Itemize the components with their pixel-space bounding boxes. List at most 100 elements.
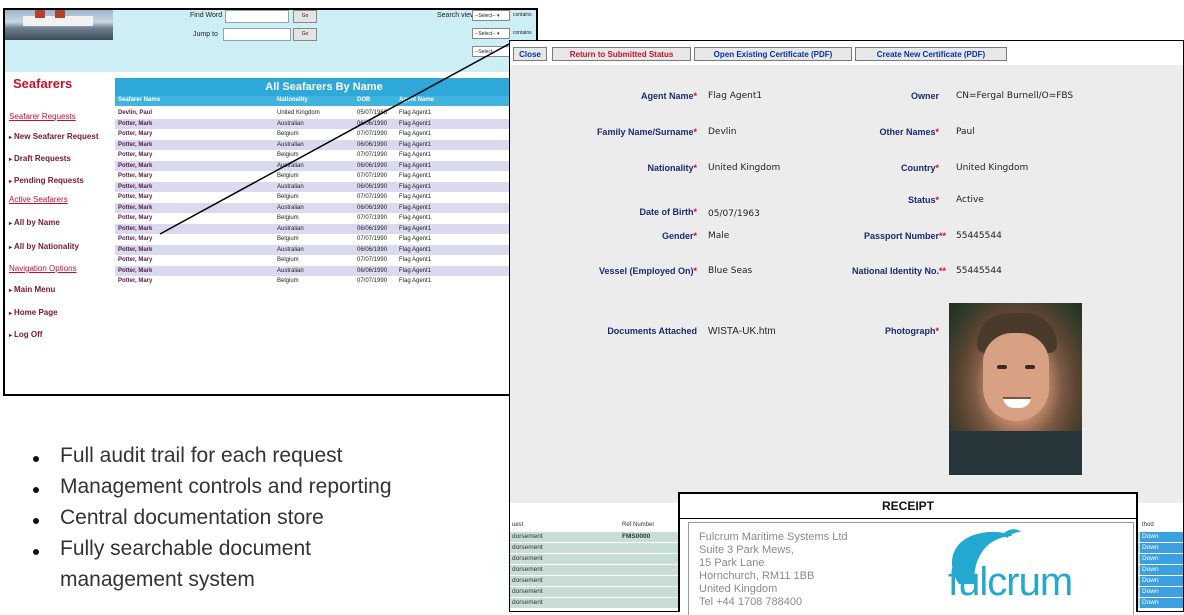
passport-value: 55445544	[956, 231, 1002, 241]
bullet-item-continuation: management system	[60, 568, 255, 591]
cell-seafarer-name[interactable]: Potter, Mark	[118, 266, 152, 277]
cell-seafarer-name[interactable]: Potter, Mark	[118, 161, 152, 172]
table-row[interactable]: Potter, Mary Belgium 07/07/1990 Flag Agent1	[115, 171, 533, 182]
sidebar-item-home-page[interactable]: Home Page	[9, 308, 58, 317]
find-word-input[interactable]	[225, 10, 289, 23]
cell-agent-name: Flag Agent1	[399, 194, 432, 200]
cell-seafarer-name[interactable]: Potter, Mary	[118, 192, 152, 203]
column-header-request: uest	[512, 522, 524, 528]
open-existing-certificate-button[interactable]: Open Existing Certificate (PDF)	[694, 47, 852, 61]
required-mark: *	[693, 163, 697, 173]
cell-seafarer-name[interactable]: Potter, Mary	[118, 234, 152, 245]
column-header-agent[interactable]: Agent Name	[399, 97, 434, 103]
national-id-label: National Identity No.**	[810, 266, 946, 276]
cell-seafarer-name[interactable]: Potter, Mary	[118, 213, 152, 224]
cell-dob: 07/07/1990	[357, 257, 388, 263]
status-value: Active	[956, 195, 984, 205]
nationality-value: United Kingdom	[708, 163, 781, 173]
sidebar-item-draft-requests[interactable]: Draft Requests	[9, 154, 71, 163]
search-view-label: Search view	[437, 12, 476, 19]
photograph-label: Photograph*	[810, 326, 939, 336]
table-row[interactable]: Potter, Mark Australian 06/06/1990 Flag Age…	[115, 160, 533, 172]
required-mark: *	[935, 127, 939, 137]
cell-method: Down	[1140, 565, 1183, 575]
cell-seafarer-name[interactable]: Potter, Mark	[118, 119, 152, 130]
cell-seafarer-name[interactable]: Potter, Mary	[118, 129, 152, 140]
jump-to-label: Jump to	[193, 31, 218, 38]
table-row[interactable]: Potter, Mary Belgium 07/07/1990 Flag Agent1	[115, 150, 533, 161]
cell-method: Down	[1140, 598, 1183, 608]
cell-nationality: Belgium	[277, 131, 299, 137]
column-header-name[interactable]: Seafarer Name	[118, 97, 160, 103]
find-word-go-button[interactable]: Go	[293, 10, 317, 23]
cell-seafarer-name[interactable]: Potter, Mary	[118, 171, 152, 182]
table-row[interactable]: Devlin, Paul United Kingdom 05/07/1963 Flag…	[115, 108, 533, 119]
table-row[interactable]: Potter, Mark Australian 06/06/1990 Flag Age…	[115, 118, 533, 130]
cell-dob: 06/06/1990	[357, 267, 388, 274]
close-button[interactable]: Close	[513, 47, 547, 61]
table-row[interactable]: Potter, Mark Australian 06/06/1990 Flag Age…	[115, 202, 533, 214]
required-mark: *	[693, 231, 697, 241]
sidebar-item-all-by-name[interactable]: All by Name	[9, 218, 60, 227]
cell-agent-name: Flag Agent1	[399, 236, 432, 242]
sidebar-item-new-seafarer-request[interactable]: New Seafarer Request	[9, 132, 98, 141]
cell-dob: 07/07/1990	[357, 278, 388, 284]
table-row[interactable]: Potter, Mark Australian 06/06/1990 Flag Age…	[115, 244, 533, 256]
table-row[interactable]: Potter, Mark Australian 06/06/1990 Flag Age…	[115, 223, 533, 235]
fulcrum-logo-text: fulcrum	[948, 560, 1073, 604]
table-row[interactable]: Potter, Mark Australian 06/06/1990 Flag Age…	[115, 181, 533, 193]
bullet-dot	[33, 549, 39, 555]
table-row[interactable]: Potter, Mark Australian 06/06/1990 Flag Age…	[115, 265, 533, 277]
label-text: Country	[900, 163, 936, 173]
label-text: Vessel (Employed On)	[598, 266, 694, 276]
column-header-nationality[interactable]: Nationality	[277, 97, 308, 103]
sidebar-item-all-by-nationality[interactable]: All by Nationality	[9, 242, 79, 251]
dob-label: Date of Birth*	[540, 207, 697, 217]
cell-seafarer-name[interactable]: Potter, Mark	[118, 140, 152, 151]
seafarer-table-header: Seafarer Name Nationality DOB Agent Name	[115, 96, 533, 106]
table-row[interactable]: Potter, Mark Australian 06/06/1990 Flag Age…	[115, 139, 533, 151]
passport-label: Passport Number**	[810, 231, 946, 241]
bullet-dot	[33, 456, 39, 462]
cell-seafarer-name[interactable]: Potter, Mark	[118, 203, 152, 214]
create-new-certificate-button[interactable]: Create New Certificate (PDF)	[855, 47, 1007, 61]
cell-seafarer-name[interactable]: Potter, Mary	[118, 276, 152, 287]
cell-seafarer-name[interactable]: Potter, Mark	[118, 182, 152, 193]
cell-dob: 06/06/1990	[357, 225, 388, 232]
cell-dob: 06/06/1990	[357, 162, 388, 169]
table-row[interactable]: Potter, Mary Belgium 07/07/1990 Flag Agent1	[115, 255, 533, 266]
jump-to-go-button[interactable]: Go	[293, 28, 317, 41]
search-view-select-1[interactable]: --Select-- ▾	[472, 10, 510, 21]
cell-dob: 06/06/1990	[357, 246, 388, 253]
cell-agent-name: Flag Agent1	[399, 204, 432, 211]
sidebar-section-active-seafarers[interactable]: Active Seafarers	[9, 195, 68, 204]
search-view-select-2[interactable]: --Select-- ▾	[472, 28, 510, 39]
cell-method: Down	[1140, 587, 1183, 597]
cell-dob: 06/06/1990	[357, 183, 388, 190]
table-row[interactable]: Potter, Mary Belgium 07/07/1990 Flag Agent1	[115, 234, 533, 245]
column-header-dob[interactable]: DOB	[357, 97, 370, 103]
cell-seafarer-name[interactable]: Potter, Mary	[118, 150, 152, 161]
cell-seafarer-name[interactable]: Potter, Mark	[118, 224, 152, 235]
bullet-dot	[33, 487, 39, 493]
table-row[interactable]: Potter, Mary Belgium 07/07/1990 Flag Agent1	[115, 276, 533, 287]
receipt-address-line: Hornchurch, RM11 1BB	[699, 570, 815, 582]
sidebar-item-main-menu[interactable]: Main Menu	[9, 285, 55, 294]
sidebar-item-pending-requests[interactable]: Pending Requests	[9, 176, 84, 185]
table-row[interactable]: Potter, Mary Belgium 07/07/1990 Flag Agent1	[115, 129, 533, 140]
cell-nationality: Australian	[277, 183, 304, 190]
sidebar-section-navigation-options[interactable]: Navigation Options	[9, 264, 77, 273]
return-to-submitted-button[interactable]: Return to Submitted Status	[552, 47, 691, 61]
table-row[interactable]: Potter, Mary Belgium 07/07/1990 Flag Agent1	[115, 213, 533, 224]
documents-attachment-link[interactable]: WISTA-UK.htm	[708, 326, 776, 337]
cell-seafarer-name[interactable]: Potter, Mark	[118, 245, 152, 256]
sidebar-item-log-off[interactable]: Log Off	[9, 330, 42, 339]
cell-seafarer-name[interactable]: Devlin, Paul	[118, 108, 152, 119]
search-view-select-3[interactable]: --Select--	[472, 46, 510, 57]
jump-to-input[interactable]	[223, 28, 291, 41]
cell-seafarer-name[interactable]: Potter, Mary	[118, 255, 152, 266]
sidebar-section-seafarer-requests[interactable]: Seafarer Requests	[9, 112, 76, 121]
agent-name-label: Agent Name*	[540, 91, 697, 101]
cell-request: dorsement	[512, 566, 543, 573]
table-row[interactable]: Potter, Mary Belgium 07/07/1990 Flag Agent1	[115, 192, 533, 203]
